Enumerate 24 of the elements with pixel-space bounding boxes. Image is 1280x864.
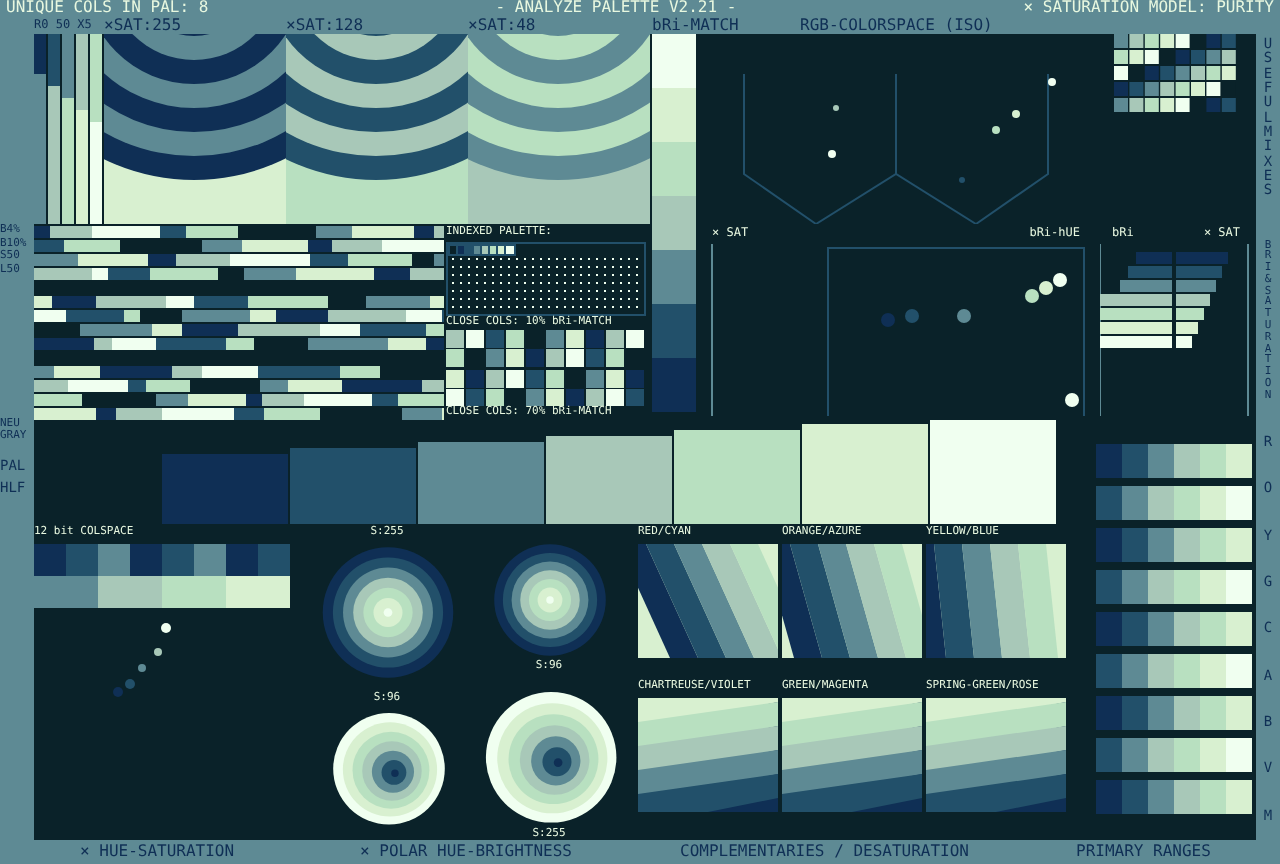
complementary-gradient-drawing: [638, 697, 778, 811]
hue-saturation-dots-drawing: [110, 619, 174, 703]
colorspace-label: RGB-COLORSPACE (ISO): [800, 17, 993, 33]
useful-mixes-drawing: [1114, 34, 1238, 114]
saturation-panel-label: ×SAT:48: [468, 17, 536, 33]
saturation-panel-label: ×SAT:128: [286, 17, 364, 33]
complementary-gradient-drawing: [638, 543, 778, 657]
section-caption: × HUE-SATURATION: [80, 844, 237, 860]
complementary-gradient-drawing: [926, 543, 1066, 657]
complementary-gradient-drawing: [926, 697, 1066, 811]
complementary-gradient-drawing: [782, 543, 922, 657]
brightness-match-label: bRi-MATCH: [652, 17, 739, 33]
saturation-model-label: × SATURATION MODEL: PURITY: [1023, 0, 1274, 16]
saturation-panel-label: ×SAT:255: [104, 17, 182, 33]
scatter-point: [1065, 393, 1079, 407]
scatter-point: [905, 309, 919, 323]
section-caption: PRIMARY RANGES: [1076, 844, 1213, 860]
unique-colors-count: UNIQUE COLS IN PAL: 8: [6, 0, 209, 16]
app-title: - ANALYZE PALETTE V2.21 -: [495, 0, 737, 16]
complementary-gradient-drawing: [782, 697, 922, 811]
section-caption: COMPLEMENTARIES / DESATURATION: [680, 844, 971, 860]
scatter-point: [881, 313, 895, 327]
section-caption: × POLAR HUE-BRIGHTNESS: [360, 844, 574, 860]
scatter-point: [957, 309, 971, 323]
